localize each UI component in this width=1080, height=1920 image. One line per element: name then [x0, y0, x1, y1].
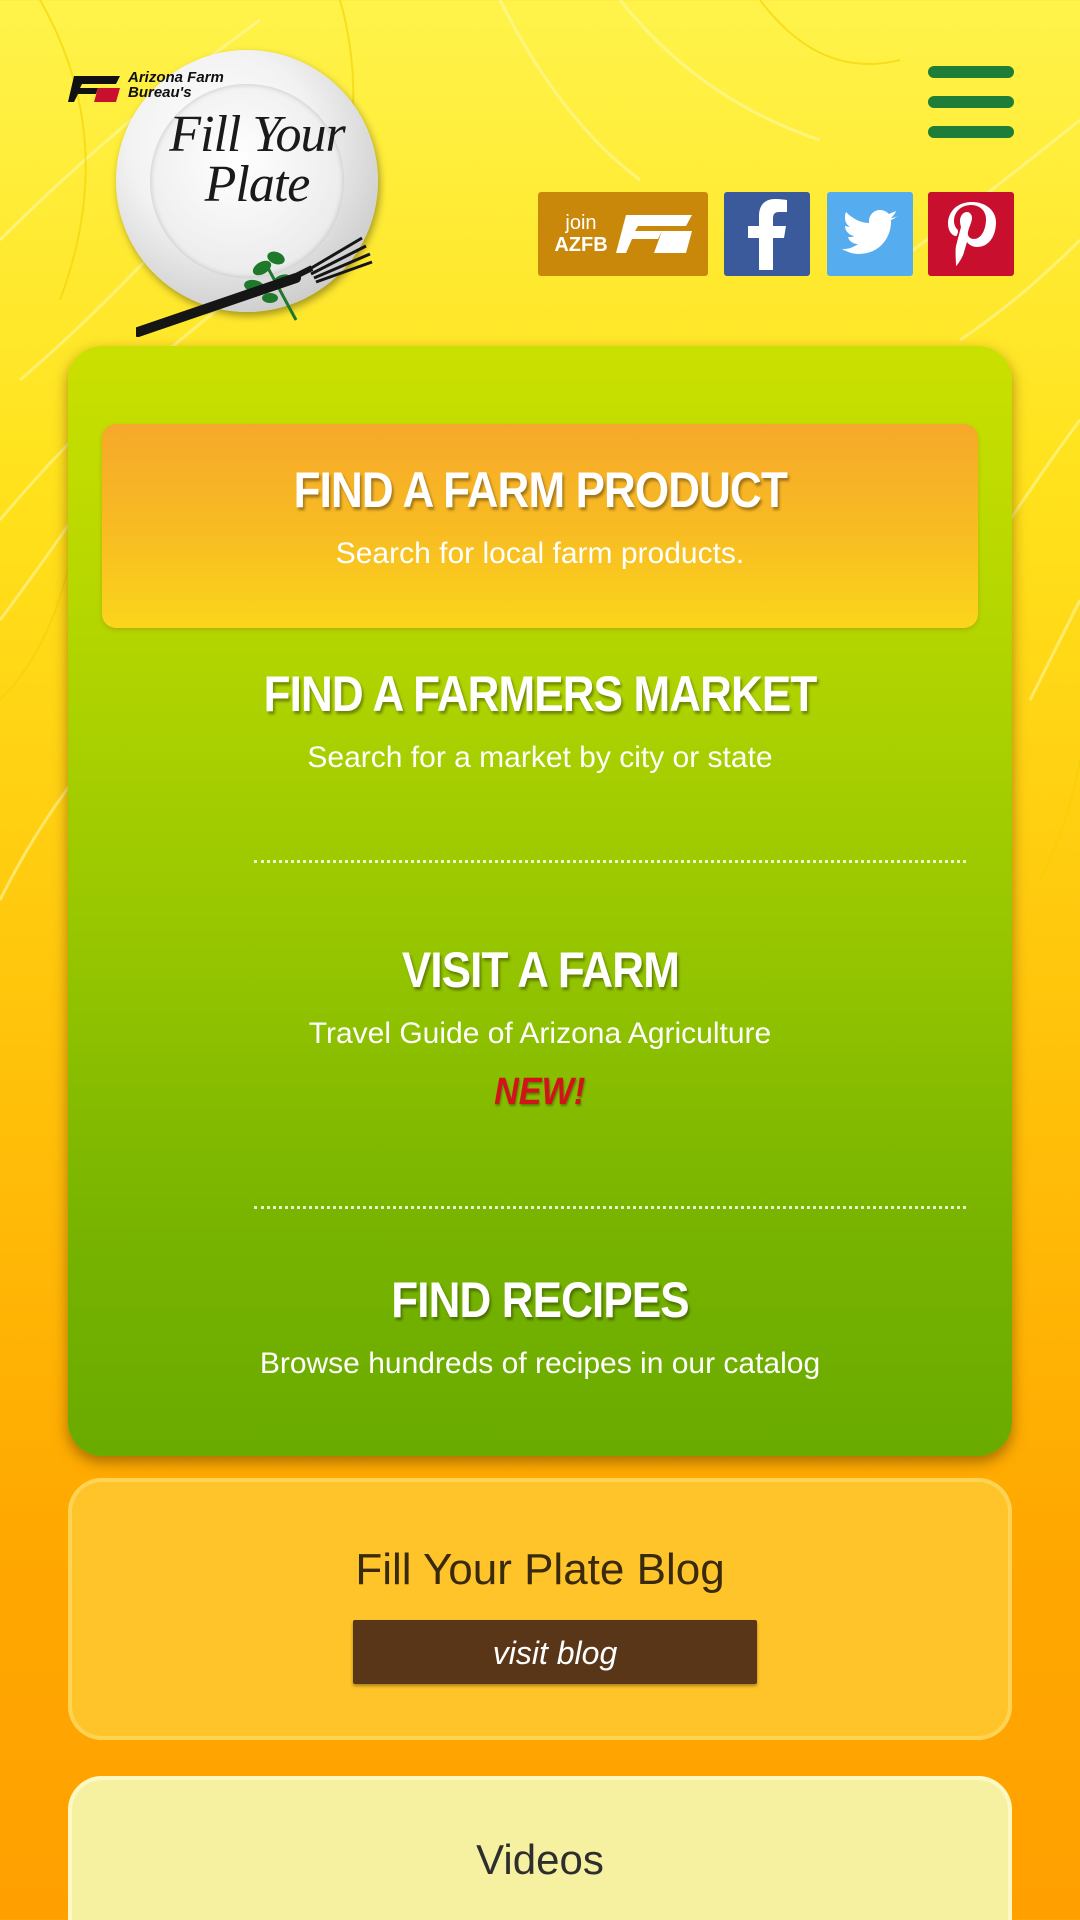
- azfb-label: AZFB: [554, 234, 608, 256]
- hamburger-menu-button[interactable]: [928, 66, 1014, 138]
- facebook-icon: [748, 199, 787, 270]
- site-logo[interactable]: Arizona Farm Bureau's Fill Your Plate: [68, 48, 378, 338]
- find-farm-product-subtitle: Search for local farm products.: [335, 537, 745, 570]
- find-farmers-market-link[interactable]: FIND A FARMERS MARKET Search for a marke…: [68, 664, 1012, 778]
- find-recipes-link[interactable]: FIND RECIPES Browse hundreds of recipes …: [68, 1270, 1012, 1384]
- visit-blog-button[interactable]: visit blog: [353, 1620, 757, 1684]
- logo-title-line2: Plate: [204, 156, 311, 213]
- find-farmers-market-subtitle: Search for a market by city or state: [307, 741, 773, 774]
- join-label: join: [565, 212, 597, 234]
- twitter-link[interactable]: [827, 192, 913, 276]
- find-farmers-market-title: FIND A FARMERS MARKET: [263, 666, 818, 722]
- blog-card: Fill Your Plate Blog visit blog: [68, 1478, 1012, 1740]
- pinterest-icon: [948, 202, 996, 266]
- main-navigation-card: FIND A FARM PRODUCT Search for local far…: [68, 346, 1012, 1456]
- find-farm-product-title: FIND A FARM PRODUCT: [293, 462, 787, 518]
- twitter-icon: [842, 210, 898, 254]
- facebook-link[interactable]: [724, 192, 810, 276]
- divider: [254, 860, 966, 863]
- pinterest-link[interactable]: [928, 192, 1014, 276]
- videos-card[interactable]: Videos: [68, 1776, 1012, 1920]
- blog-title: Fill Your Plate Blog: [355, 1545, 725, 1594]
- logo-org-name: Arizona Farm Bureau's: [128, 69, 224, 101]
- farm-bureau-logo-icon: [68, 76, 120, 102]
- join-azfb-button[interactable]: join AZFB: [538, 192, 708, 276]
- videos-title: Videos: [476, 1836, 604, 1883]
- fork-icon: [136, 236, 373, 337]
- find-recipes-title: FIND RECIPES: [391, 1272, 689, 1328]
- logo-title-line1: Fill Your: [169, 106, 346, 163]
- logo-title: Fill Your Plate: [132, 106, 382, 213]
- visit-farm-link[interactable]: VISIT A FARM Travel Guide of Arizona Agr…: [68, 940, 1012, 1114]
- find-farm-product-button[interactable]: FIND A FARM PRODUCT Search for local far…: [102, 424, 978, 628]
- hamburger-menu-icon: [928, 66, 1014, 78]
- new-badge: NEW!: [494, 1071, 586, 1113]
- visit-farm-title: VISIT A FARM: [401, 942, 679, 998]
- azfb-logo-icon: [615, 215, 692, 253]
- find-recipes-subtitle: Browse hundreds of recipes in our catalo…: [259, 1347, 821, 1380]
- divider: [254, 1206, 966, 1209]
- visit-farm-subtitle: Travel Guide of Arizona Agriculture: [308, 1017, 772, 1050]
